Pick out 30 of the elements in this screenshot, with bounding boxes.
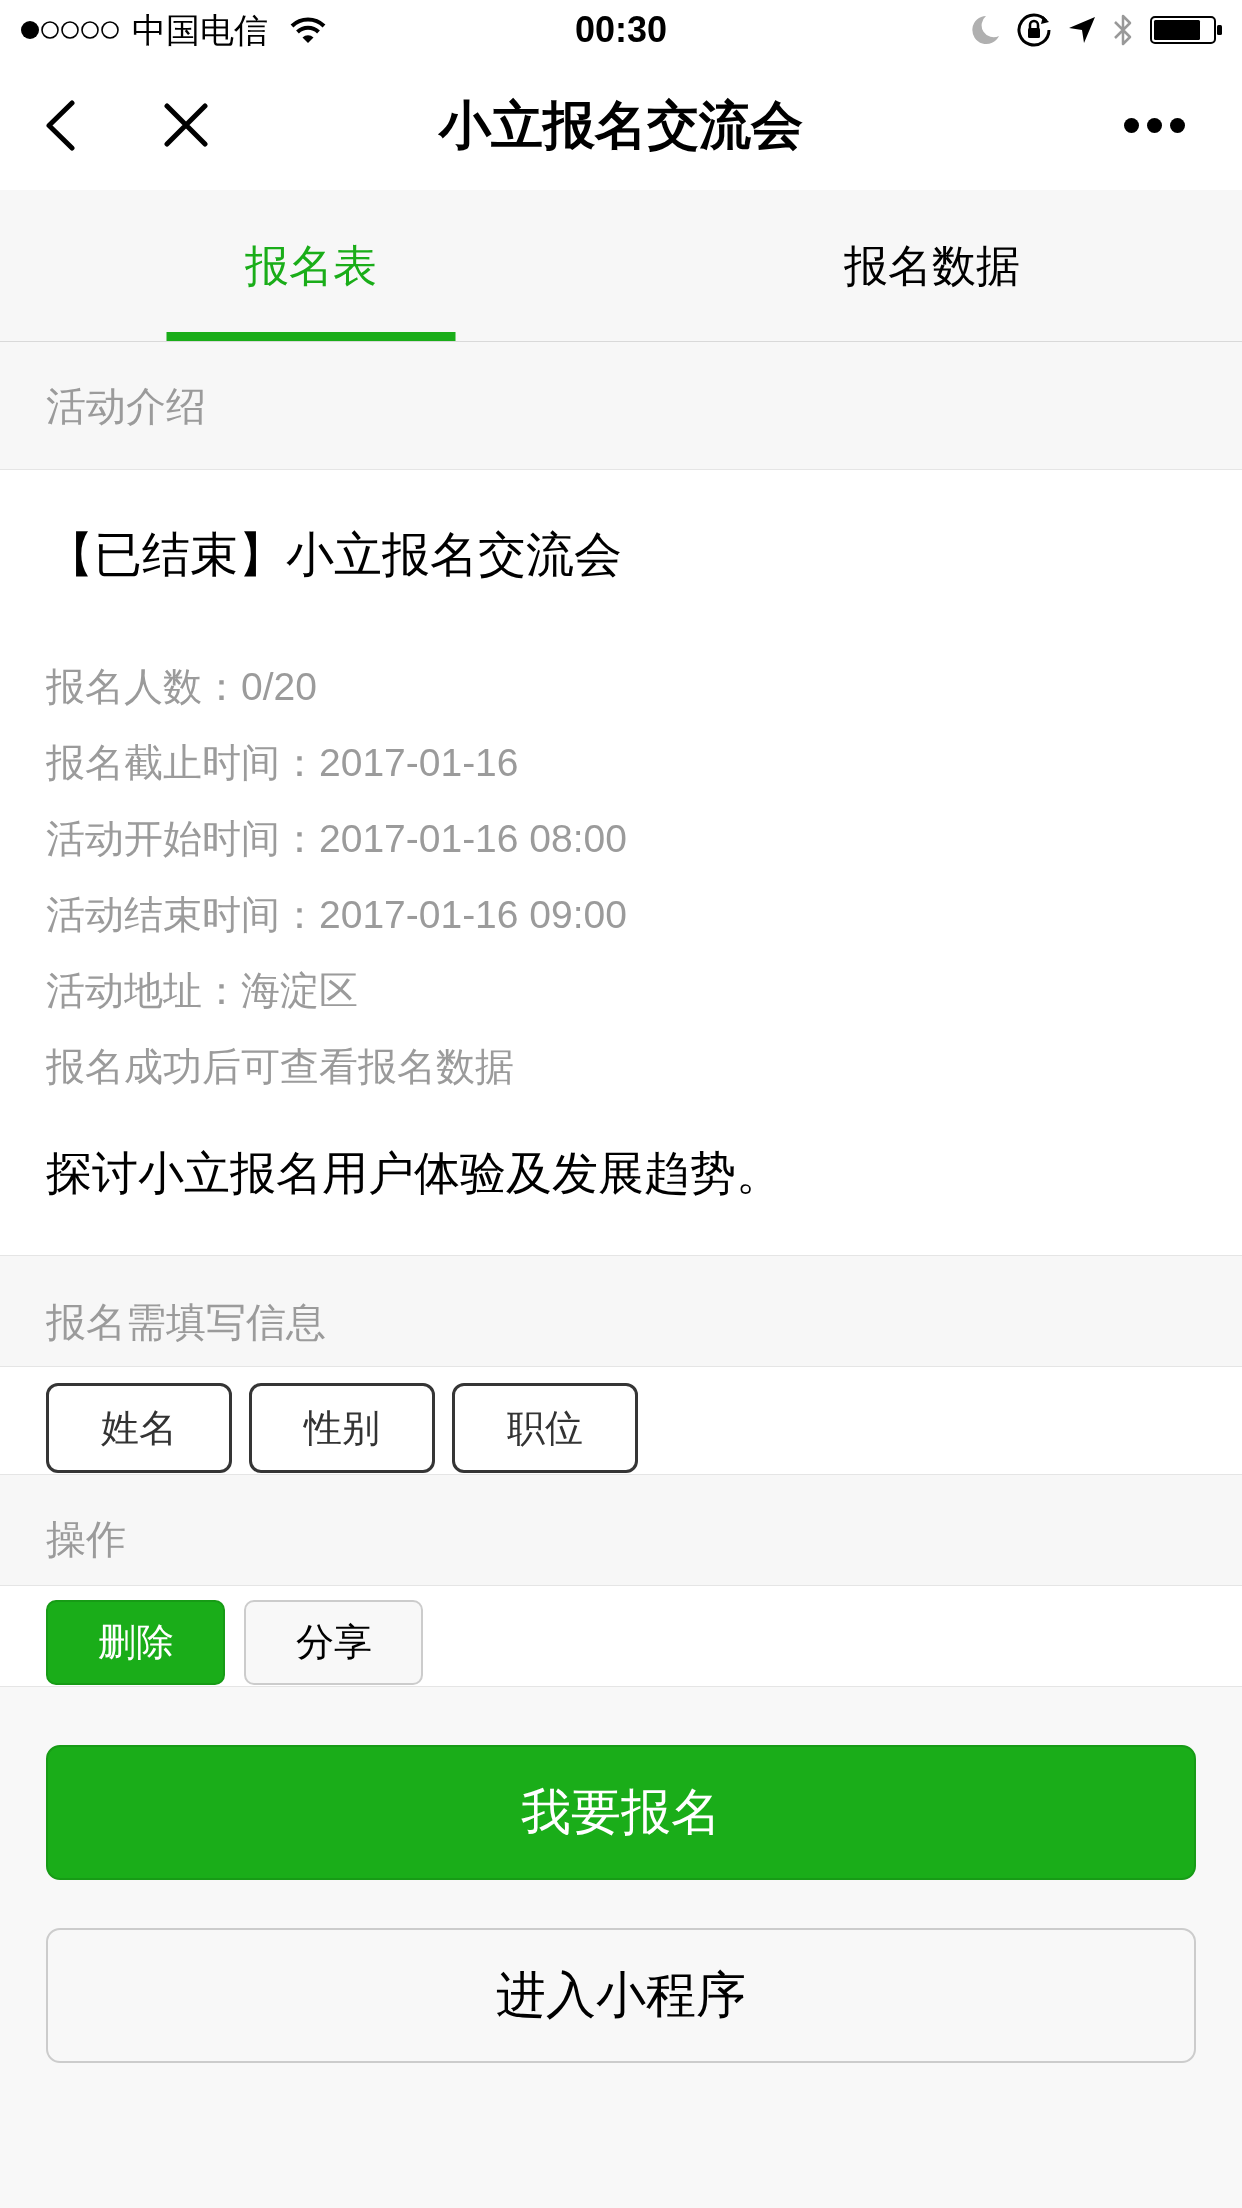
section-title: 活动介绍 [46, 384, 206, 428]
section-title: 操作 [46, 1517, 126, 1561]
signal-strength-icon [20, 20, 120, 40]
battery-icon [1150, 16, 1222, 44]
bluetooth-icon [1112, 12, 1134, 48]
wifi-icon [290, 16, 326, 44]
rotation-lock-icon [1016, 12, 1052, 48]
back-icon[interactable] [45, 99, 75, 151]
action-button[interactable]: 分享 [244, 1600, 423, 1685]
detail-text: 活动地址：海淀区 [46, 968, 358, 1014]
detail-text: 报名截止时间：2017-01-16 [46, 740, 519, 786]
clock-time: 00:30 [574, 9, 668, 51]
tab[interactable]: 报名数据 [621, 190, 1242, 341]
detail-text: 活动开始时间：2017-01-16 08:00 [46, 816, 627, 862]
event-title: 【已结束】小立报名交流会 [46, 527, 622, 583]
field-tag: 姓名 [46, 1383, 232, 1473]
field-tag: 性别 [249, 1383, 435, 1473]
more-icon[interactable] [1124, 117, 1185, 133]
carrier-name: 中国电信 [132, 10, 268, 50]
detail-text: 活动结束时间：2017-01-16 09:00 [46, 892, 627, 938]
moon-icon [970, 15, 1000, 45]
field-tag: 职位 [452, 1383, 638, 1473]
description-text: 探讨小立报名用户体验及发展趋势。 [46, 1146, 782, 1201]
section-title: 报名需填写信息 [46, 1300, 326, 1344]
close-icon[interactable] [164, 103, 208, 147]
detail-text: 报名人数：0/20 [46, 664, 317, 710]
open-mini-program-button[interactable]: 进入小程序 [46, 1928, 1196, 2063]
page-title: 小立报名交流会 [439, 95, 803, 156]
detail-text: 报名成功后可查看报名数据 [46, 1044, 514, 1090]
location-arrow-icon [1068, 16, 1096, 44]
